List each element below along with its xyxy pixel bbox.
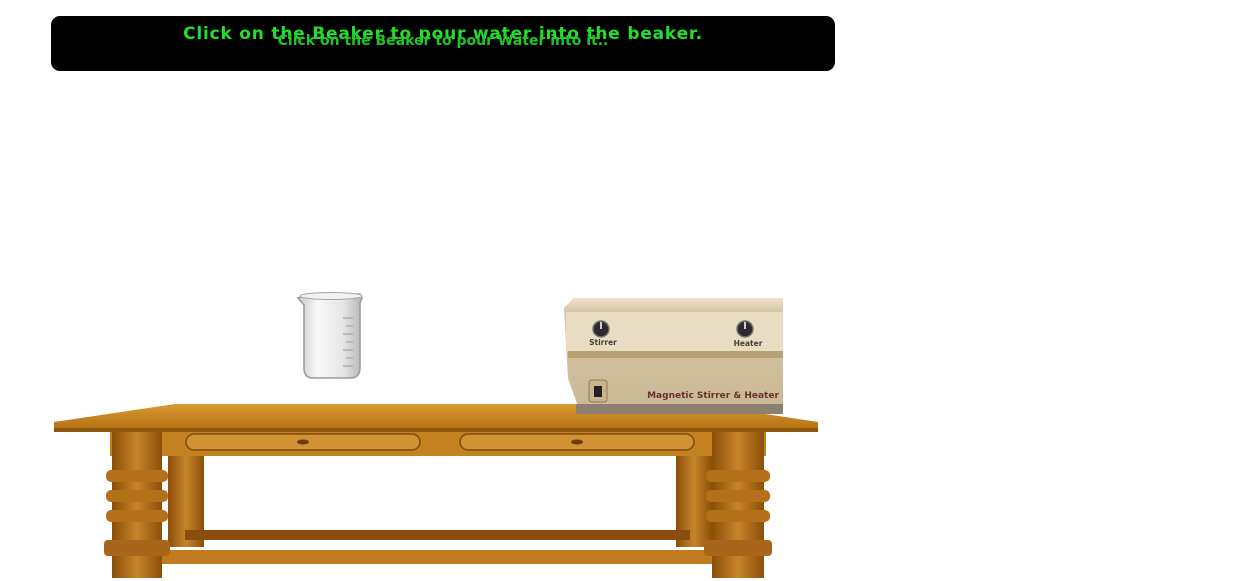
stirrer-label: Stirrer	[589, 338, 617, 347]
heater-knob[interactable]	[736, 320, 754, 338]
table-stretcher	[150, 550, 730, 564]
stirrer-knob[interactable]	[592, 320, 610, 338]
lab-scene: Stirrer Heater Magnetic Stirrer & Heater	[54, 292, 818, 578]
heater-label: Heater	[734, 339, 763, 348]
table-leg-front-right	[704, 428, 772, 578]
lab-table	[54, 404, 818, 578]
drawer-knob	[571, 439, 583, 445]
device-name-label: Magnetic Stirrer & Heater	[647, 391, 779, 401]
magnetic-stirrer-heater[interactable]: Stirrer Heater Magnetic Stirrer & Heater	[564, 298, 783, 414]
table-stretcher	[185, 530, 690, 540]
power-switch[interactable]	[588, 379, 608, 403]
beaker[interactable]	[296, 292, 363, 379]
drawer-knob	[297, 439, 309, 445]
table-leg-front-left	[104, 428, 170, 578]
